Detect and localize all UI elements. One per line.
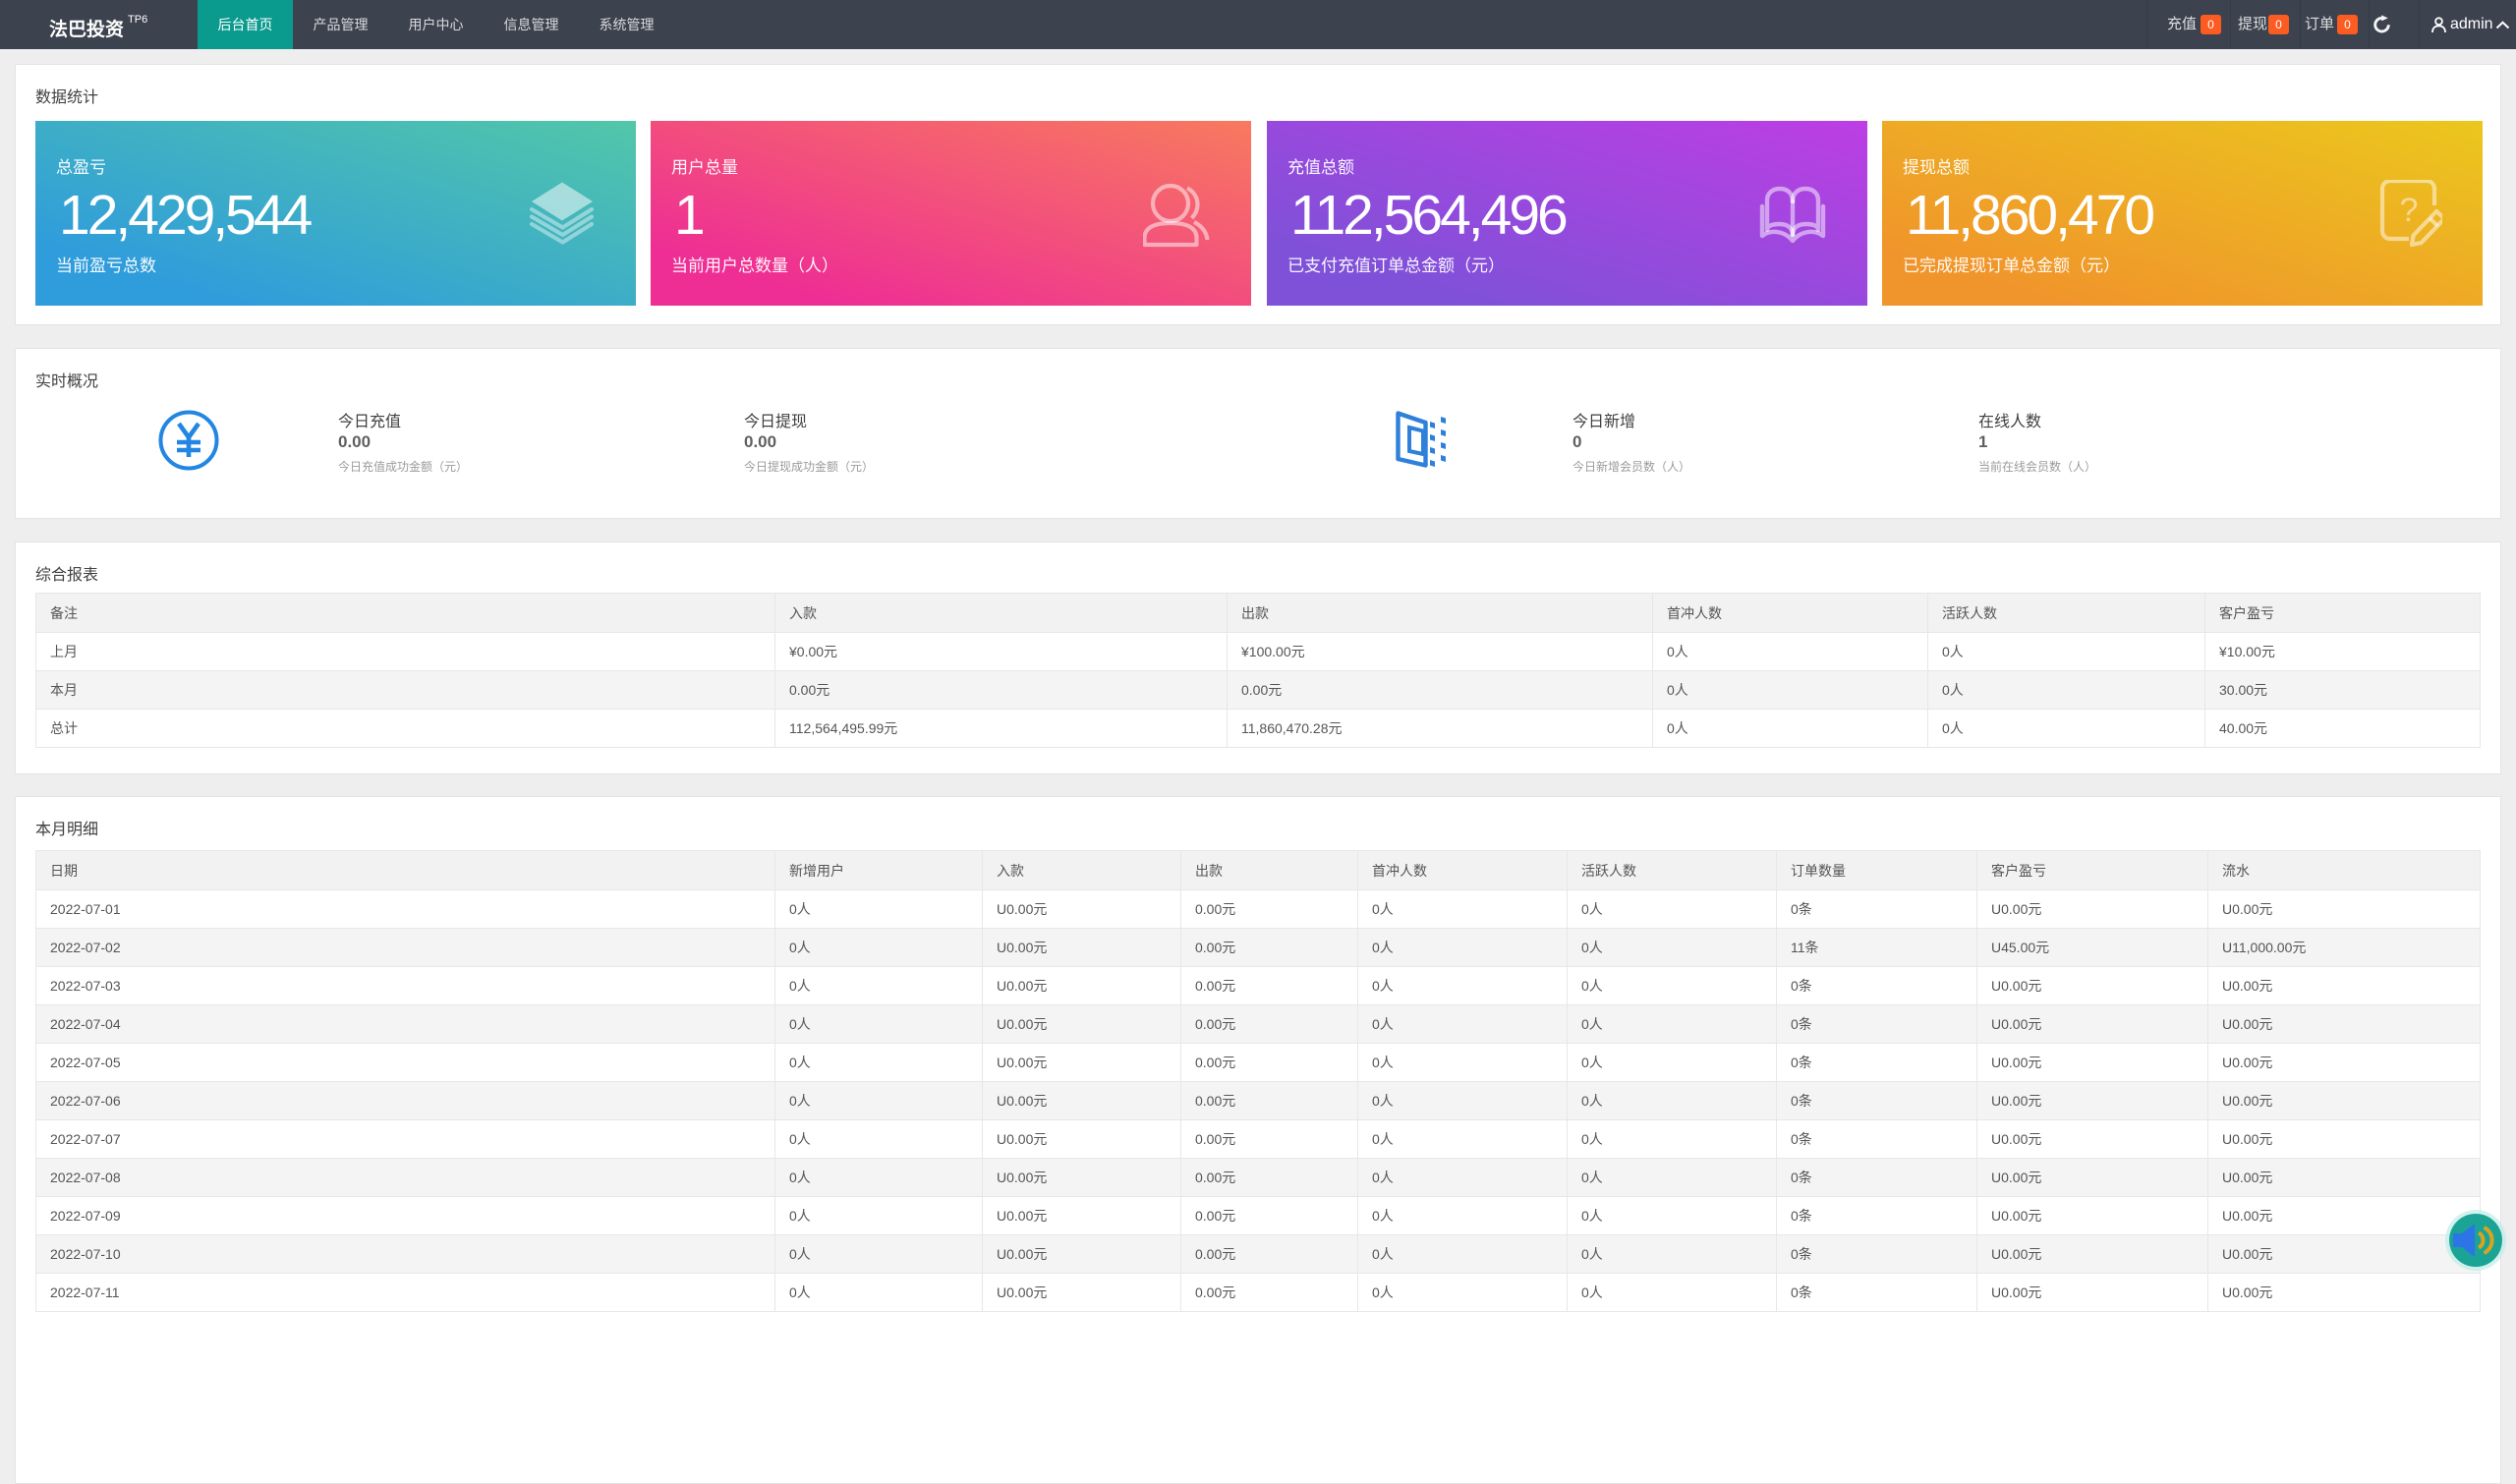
svg-text:?: ?	[2400, 192, 2419, 229]
